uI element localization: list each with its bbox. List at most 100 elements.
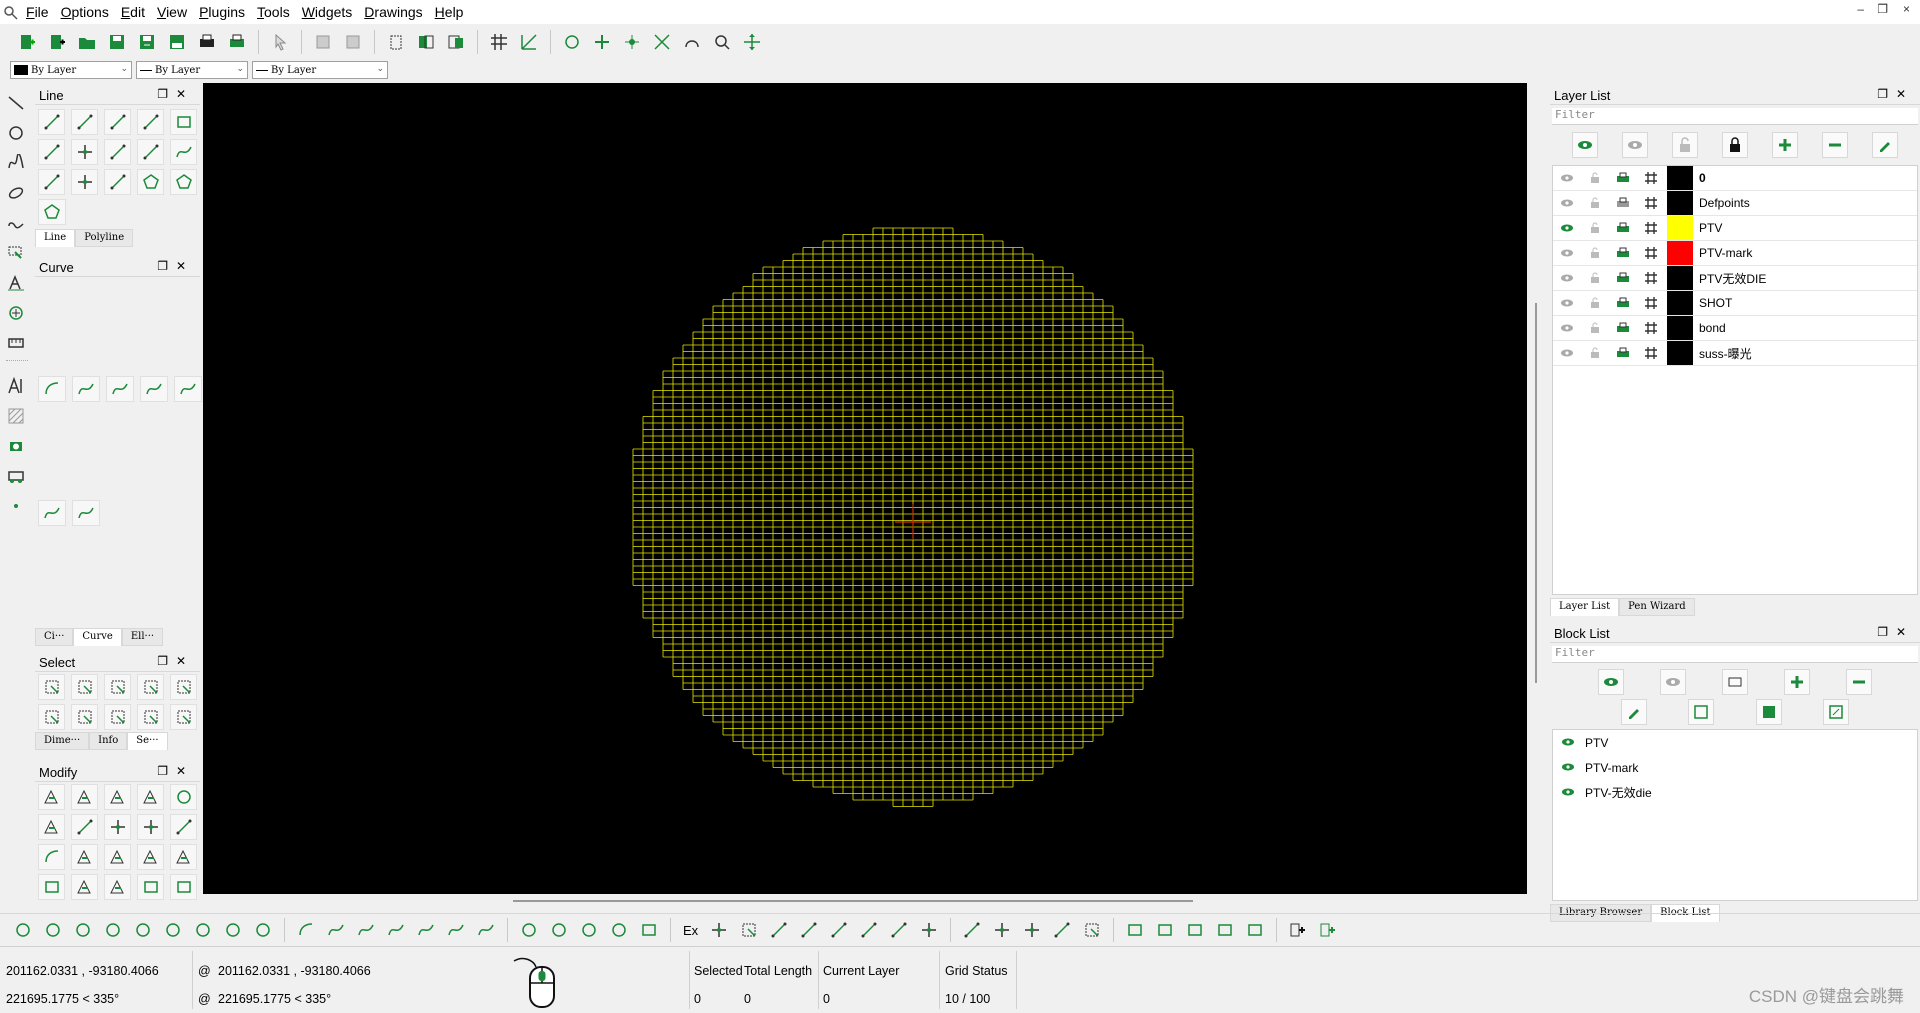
construction-layer-icon[interactable] xyxy=(1637,246,1665,260)
modify-category-icon[interactable] xyxy=(2,300,30,326)
circle-category-icon[interactable] xyxy=(2,120,30,146)
zoom-out-icon[interactable] xyxy=(619,29,645,55)
line-category-icon[interactable] xyxy=(2,90,30,116)
zoom-auto-icon[interactable] xyxy=(649,29,675,55)
select-tool-sel-icon[interactable] xyxy=(104,674,131,700)
select-tool-sel-icon[interactable] xyxy=(137,704,164,730)
line-tool-line-icon[interactable] xyxy=(137,139,164,165)
layer-color-swatch[interactable] xyxy=(1667,266,1693,290)
printer-icon[interactable] xyxy=(1609,197,1637,209)
curve-arc-icon[interactable] xyxy=(293,917,319,943)
tab-pen-wizard[interactable]: Pen Wizard xyxy=(1619,598,1695,616)
show-all-layers-button[interactable] xyxy=(1572,132,1598,158)
circle-circ-icon[interactable] xyxy=(10,917,36,943)
save-button[interactable] xyxy=(104,29,130,55)
layer-row[interactable]: Defpoints xyxy=(1553,191,1917,216)
tab-circle[interactable]: Ci··· xyxy=(35,628,74,646)
modify-tool-arc-icon[interactable] xyxy=(38,844,65,870)
remove-layer-button[interactable] xyxy=(1822,132,1848,158)
zoom-in-icon[interactable] xyxy=(589,29,615,55)
restrict-cross-icon[interactable] xyxy=(989,917,1015,943)
zoom-pan-icon[interactable] xyxy=(739,29,765,55)
snap-line-icon[interactable] xyxy=(886,917,912,943)
view-rect-icon[interactable] xyxy=(1212,917,1238,943)
layer-color-swatch[interactable] xyxy=(1667,216,1693,240)
tab-polyline[interactable]: Polyline xyxy=(75,229,134,247)
pointer-icon[interactable] xyxy=(267,29,293,55)
layer-filter-input[interactable]: Filter xyxy=(1552,108,1918,125)
line-tool-line-icon[interactable] xyxy=(104,169,131,195)
lock-icon[interactable] xyxy=(1581,222,1609,234)
pen-width-select[interactable]: By Layer ⌄ xyxy=(136,61,248,79)
close-button[interactable]: × xyxy=(1903,2,1910,16)
modify-tool-mod-icon[interactable] xyxy=(104,784,131,810)
ellipse-circ-icon[interactable] xyxy=(516,917,542,943)
modify-tool-mod-icon[interactable] xyxy=(71,874,98,900)
construction-layer-icon[interactable] xyxy=(1637,346,1665,360)
snap-line-icon[interactable] xyxy=(826,917,852,943)
dimension-category-icon[interactable] xyxy=(2,270,30,296)
modify-tool-mod-icon[interactable] xyxy=(137,784,164,810)
lock-icon[interactable] xyxy=(1581,247,1609,259)
curve-spline-icon[interactable] xyxy=(383,917,409,943)
lock-icon[interactable] xyxy=(1581,272,1609,284)
line-tool-line-icon[interactable] xyxy=(38,169,65,195)
line-tool-rect-icon[interactable] xyxy=(170,109,197,135)
tab-info[interactable]: Info xyxy=(89,732,128,750)
text-tool-icon[interactable] xyxy=(2,373,30,399)
view-rect-icon[interactable] xyxy=(1182,917,1208,943)
float-close-icon[interactable]: ❐✕ xyxy=(157,654,194,668)
remove-block-button[interactable] xyxy=(1846,669,1872,695)
modify-tool-mod-icon[interactable] xyxy=(38,814,65,840)
tab-select[interactable]: Se··· xyxy=(127,732,168,750)
menu-file[interactable]: File xyxy=(20,4,55,20)
add-dock-button[interactable] xyxy=(1285,917,1311,943)
select-tool-sel-icon[interactable] xyxy=(71,704,98,730)
layer-color-swatch[interactable] xyxy=(1667,291,1693,315)
point-tool-icon[interactable] xyxy=(2,493,30,519)
modify-tool-rect-icon[interactable] xyxy=(38,874,65,900)
modify-tool-rect-icon[interactable] xyxy=(137,874,164,900)
new-file-button[interactable] xyxy=(14,29,40,55)
select-tool-sel-icon[interactable] xyxy=(170,704,197,730)
curve-tool-spline-icon[interactable] xyxy=(140,376,168,402)
tab-dimension[interactable]: Dime··· xyxy=(35,732,90,750)
dock-layout-button[interactable] xyxy=(1315,917,1341,943)
curve-tool-spline-icon[interactable] xyxy=(72,500,100,526)
construction-layer-icon[interactable] xyxy=(1637,196,1665,210)
circle-circ-icon[interactable] xyxy=(220,917,246,943)
hide-all-blocks-button[interactable] xyxy=(1660,669,1686,695)
lock-all-button[interactable] xyxy=(1722,132,1748,158)
restrict-line-icon[interactable] xyxy=(959,917,985,943)
modify-tool-line-icon[interactable] xyxy=(170,814,197,840)
printer-icon[interactable] xyxy=(1609,172,1637,184)
circle-circ-icon[interactable] xyxy=(250,917,276,943)
curve-spline-icon[interactable] xyxy=(473,917,499,943)
curve-spline-icon[interactable] xyxy=(413,917,439,943)
visibility-eye-icon[interactable] xyxy=(1561,736,1575,750)
modify-tool-mod-icon[interactable] xyxy=(104,844,131,870)
circle-circ-icon[interactable] xyxy=(40,917,66,943)
save-as-button[interactable] xyxy=(134,29,160,55)
restrict-cross-icon[interactable] xyxy=(1019,917,1045,943)
printer-icon[interactable] xyxy=(1609,347,1637,359)
tab-curve[interactable]: Curve xyxy=(73,628,122,646)
printer-icon[interactable] xyxy=(1609,322,1637,334)
modify-tool-mod-icon[interactable] xyxy=(38,784,65,810)
clipboard-icon[interactable] xyxy=(383,29,409,55)
snap-line-icon[interactable] xyxy=(856,917,882,943)
select-tool-sel-icon[interactable] xyxy=(170,674,197,700)
paste-button[interactable] xyxy=(443,29,469,55)
minimize-button[interactable]: – xyxy=(1857,2,1864,16)
circle-circ-icon[interactable] xyxy=(100,917,126,943)
curve-spline-icon[interactable] xyxy=(443,917,469,943)
menu-widgets[interactable]: Widgets xyxy=(296,4,359,20)
menu-help[interactable]: Help xyxy=(429,4,470,20)
create-block-button[interactable] xyxy=(1722,669,1748,695)
layer-color-swatch[interactable] xyxy=(1667,341,1693,365)
menu-plugins[interactable]: Plugins xyxy=(193,4,251,20)
snap-cross-icon[interactable] xyxy=(916,917,942,943)
line-tool-poly-icon[interactable] xyxy=(137,169,164,195)
ellipse-rect-icon[interactable] xyxy=(636,917,662,943)
select-tool-sel-icon[interactable] xyxy=(38,704,65,730)
